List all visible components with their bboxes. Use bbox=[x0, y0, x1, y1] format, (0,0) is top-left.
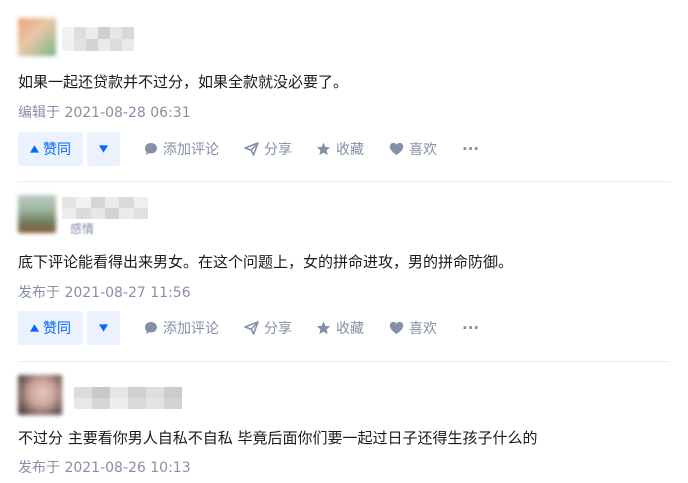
blurred-author-name[interactable] bbox=[62, 27, 134, 51]
paper-plane-icon bbox=[244, 321, 259, 335]
downvote-button[interactable] bbox=[87, 311, 120, 345]
answer-item: 感情 底下评论能看得出来男女。在这个问题上，女的拼命进攻，男的拼命防御。 发布于… bbox=[18, 195, 670, 345]
answer-content[interactable]: 底下评论能看得出来男女。在这个问题上，女的拼命进攻，男的拼命防御。 bbox=[18, 251, 513, 272]
star-icon bbox=[316, 142, 331, 156]
divider bbox=[18, 361, 670, 362]
share-button[interactable]: 分享 bbox=[244, 311, 292, 345]
more-button[interactable]: ··· bbox=[462, 132, 479, 166]
triangle-up-icon bbox=[30, 145, 39, 153]
share-label: 分享 bbox=[264, 321, 292, 337]
action-bar: 赞同 添加评论 分享 收藏 喜欢 ··· bbox=[18, 132, 670, 166]
blurred-author-name[interactable] bbox=[74, 387, 182, 409]
upvote-label: 赞同 bbox=[43, 321, 71, 337]
add-comment-button[interactable]: 添加评论 bbox=[144, 132, 219, 166]
more-button[interactable]: ··· bbox=[462, 311, 479, 345]
favorite-label: 收藏 bbox=[336, 142, 364, 158]
action-bar: 赞同 添加评论 分享 收藏 喜欢 ··· bbox=[18, 311, 670, 345]
answer-content[interactable]: 如果一起还贷款并不过分，如果全款就没必要了。 bbox=[18, 71, 348, 92]
heart-icon bbox=[389, 321, 404, 334]
comment-icon bbox=[145, 322, 157, 334]
author-info: 感情 bbox=[18, 195, 670, 239]
upvote-button[interactable]: 赞同 bbox=[18, 132, 83, 166]
comment-icon bbox=[145, 143, 157, 155]
author-info bbox=[18, 375, 670, 419]
heart-icon bbox=[389, 142, 404, 155]
answer-item: 如果一起还贷款并不过分，如果全款就没必要了。 编辑于 2021-08-28 06… bbox=[18, 18, 670, 166]
answer-timestamp[interactable]: 编辑于 2021-08-28 06:31 bbox=[18, 102, 191, 122]
author-headline: 感情 bbox=[70, 222, 95, 236]
like-label: 喜欢 bbox=[409, 142, 437, 158]
add-comment-label: 添加评论 bbox=[163, 142, 219, 158]
favorite-button[interactable]: 收藏 bbox=[316, 132, 364, 166]
answer-timestamp[interactable]: 发布于 2021-08-26 10:13 bbox=[18, 457, 191, 477]
blurred-author-name[interactable] bbox=[62, 197, 148, 219]
triangle-down-icon bbox=[99, 145, 108, 153]
favorite-button[interactable]: 收藏 bbox=[316, 311, 364, 345]
upvote-button[interactable]: 赞同 bbox=[18, 311, 83, 345]
answer-timestamp[interactable]: 发布于 2021-08-27 11:56 bbox=[18, 282, 191, 302]
more-icon: ··· bbox=[462, 140, 480, 158]
share-label: 分享 bbox=[264, 142, 292, 158]
more-icon: ··· bbox=[462, 319, 480, 337]
answer-content[interactable]: 不过分 主要看你男人自私不自私 毕竟后面你们要一起过日子还得生孩子什么的 bbox=[18, 427, 538, 448]
avatar[interactable] bbox=[18, 375, 62, 415]
like-button[interactable]: 喜欢 bbox=[389, 132, 437, 166]
share-button[interactable]: 分享 bbox=[244, 132, 292, 166]
divider bbox=[18, 181, 670, 182]
add-comment-button[interactable]: 添加评论 bbox=[144, 311, 219, 345]
answer-item: 不过分 主要看你男人自私不自私 毕竟后面你们要一起过日子还得生孩子什么的 发布于… bbox=[18, 375, 670, 476]
author-info bbox=[18, 18, 670, 62]
add-comment-label: 添加评论 bbox=[163, 321, 219, 337]
favorite-label: 收藏 bbox=[336, 321, 364, 337]
like-label: 喜欢 bbox=[409, 321, 437, 337]
avatar[interactable] bbox=[18, 195, 56, 233]
paper-plane-icon bbox=[244, 142, 259, 156]
star-icon bbox=[316, 321, 331, 335]
triangle-down-icon bbox=[99, 324, 108, 332]
avatar[interactable] bbox=[18, 18, 56, 56]
triangle-up-icon bbox=[30, 324, 39, 332]
like-button[interactable]: 喜欢 bbox=[389, 311, 437, 345]
upvote-label: 赞同 bbox=[43, 142, 71, 158]
downvote-button[interactable] bbox=[87, 132, 120, 166]
